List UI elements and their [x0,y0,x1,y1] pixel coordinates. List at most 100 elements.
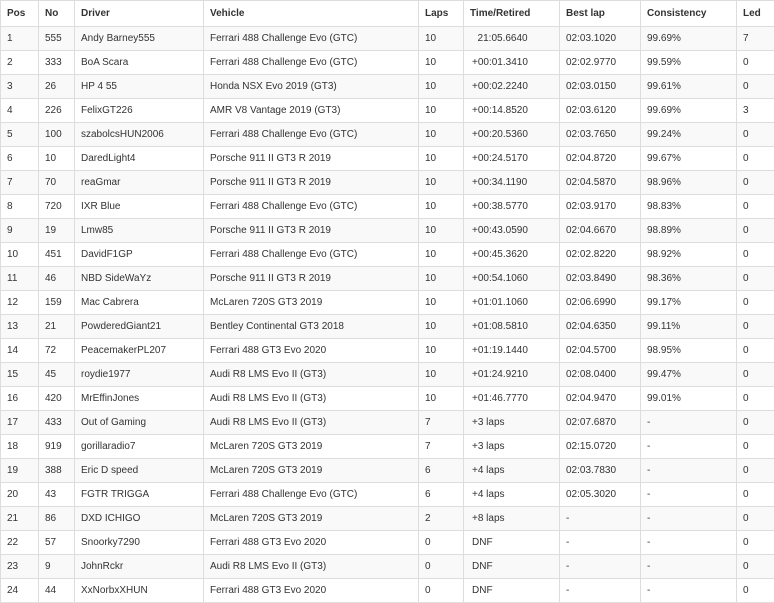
vehicle-cell: Ferrari 488 Challenge Evo (GTC) [204,483,419,507]
time-cell: +00:45.3620 [464,243,560,267]
number-cell: 26 [39,75,75,99]
header-time-retired[interactable]: Time/Retired [464,1,560,27]
vehicle-cell: Audi R8 LMS Evo II (GT3) [204,387,419,411]
driver-cell: FGTR TRIGGA [75,483,204,507]
led-cell: 0 [737,75,774,99]
pos-cell: 8 [1,195,39,219]
number-cell: 451 [39,243,75,267]
table-row: 919Lmw85Porsche 911 II GT3 R 201910+00:4… [1,219,774,243]
consistency-cell: - [641,579,737,603]
best-lap-cell: 02:03.7830 [560,459,641,483]
led-cell: 3 [737,99,774,123]
time-cell: +01:19.1440 [464,339,560,363]
laps-cell: 6 [419,483,464,507]
consistency-cell: 99.24% [641,123,737,147]
time-cell: +8 laps [464,507,560,531]
pos-cell: 5 [1,123,39,147]
pos-cell: 23 [1,555,39,579]
best-lap-cell: - [560,579,641,603]
header-driver[interactable]: Driver [75,1,204,27]
consistency-cell: - [641,483,737,507]
time-cell: DNF [464,531,560,555]
table-row: 8720IXR BlueFerrari 488 Challenge Evo (G… [1,195,774,219]
vehicle-cell: Ferrari 488 GT3 Evo 2020 [204,531,419,555]
consistency-cell: 99.11% [641,315,737,339]
vehicle-cell: Porsche 911 II GT3 R 2019 [204,147,419,171]
led-cell: 0 [737,579,774,603]
vehicle-cell: Ferrari 488 Challenge Evo (GTC) [204,195,419,219]
driver-cell: FelixGT226 [75,99,204,123]
number-cell: 57 [39,531,75,555]
pos-cell: 21 [1,507,39,531]
consistency-cell: 98.96% [641,171,737,195]
header-no[interactable]: No [39,1,75,27]
laps-cell: 7 [419,411,464,435]
table-row: 5100szabolcsHUN2006Ferrari 488 Challenge… [1,123,774,147]
time-cell: +01:24.9210 [464,363,560,387]
vehicle-cell: Ferrari 488 GT3 Evo 2020 [204,579,419,603]
driver-cell: DXD ICHIGO [75,507,204,531]
pos-cell: 17 [1,411,39,435]
header-vehicle[interactable]: Vehicle [204,1,419,27]
time-cell: DNF [464,579,560,603]
vehicle-cell: Ferrari 488 Challenge Evo (GTC) [204,27,419,51]
vehicle-cell: Ferrari 488 Challenge Evo (GTC) [204,51,419,75]
consistency-cell: - [641,435,737,459]
laps-cell: 10 [419,27,464,51]
number-cell: 433 [39,411,75,435]
header-pos[interactable]: Pos [1,1,39,27]
number-cell: 45 [39,363,75,387]
number-cell: 46 [39,267,75,291]
laps-cell: 2 [419,507,464,531]
table-row: 16420MrEffinJonesAudi R8 LMS Evo II (GT3… [1,387,774,411]
best-lap-cell: 02:03.1020 [560,27,641,51]
table-row: 1146NBD SideWaYzPorsche 911 II GT3 R 201… [1,267,774,291]
laps-cell: 10 [419,147,464,171]
driver-cell: HP 4 55 [75,75,204,99]
laps-cell: 10 [419,339,464,363]
number-cell: 919 [39,435,75,459]
pos-cell: 19 [1,459,39,483]
led-cell: 0 [737,459,774,483]
time-cell: +3 laps [464,411,560,435]
vehicle-cell: Porsche 911 II GT3 R 2019 [204,267,419,291]
consistency-cell: 98.36% [641,267,737,291]
best-lap-cell: 02:02.9770 [560,51,641,75]
header-led[interactable]: Led [737,1,774,27]
laps-cell: 10 [419,123,464,147]
race-results-table: Pos No Driver Vehicle Laps Time/Retired … [0,0,774,603]
laps-cell: 10 [419,171,464,195]
consistency-cell: 99.59% [641,51,737,75]
time-cell: +00:38.5770 [464,195,560,219]
best-lap-cell: 02:08.0400 [560,363,641,387]
consistency-cell: - [641,459,737,483]
pos-cell: 22 [1,531,39,555]
led-cell: 0 [737,435,774,459]
consistency-cell: 98.95% [641,339,737,363]
header-consistency[interactable]: Consistency [641,1,737,27]
pos-cell: 13 [1,315,39,339]
driver-cell: JohnRckr [75,555,204,579]
table-row: 10451DavidF1GPFerrari 488 Challenge Evo … [1,243,774,267]
time-cell: +00:14.8520 [464,99,560,123]
best-lap-cell: 02:03.7650 [560,123,641,147]
driver-cell: Snoorky7290 [75,531,204,555]
laps-cell: 10 [419,291,464,315]
best-lap-cell: 02:04.6670 [560,219,641,243]
best-lap-cell: 02:04.5700 [560,339,641,363]
pos-cell: 1 [1,27,39,51]
results-body: 1555Andy Barney555Ferrari 488 Challenge … [1,27,774,603]
header-best-lap[interactable]: Best lap [560,1,641,27]
vehicle-cell: Ferrari 488 GT3 Evo 2020 [204,339,419,363]
laps-cell: 10 [419,219,464,243]
led-cell: 0 [737,291,774,315]
consistency-cell: - [641,411,737,435]
table-row: 610DaredLight4Porsche 911 II GT3 R 20191… [1,147,774,171]
time-cell: +00:54.1060 [464,267,560,291]
driver-cell: DavidF1GP [75,243,204,267]
led-cell: 0 [737,267,774,291]
led-cell: 0 [737,339,774,363]
driver-cell: NBD SideWaYz [75,267,204,291]
header-laps[interactable]: Laps [419,1,464,27]
table-row: 239JohnRckrAudi R8 LMS Evo II (GT3)0DNF-… [1,555,774,579]
